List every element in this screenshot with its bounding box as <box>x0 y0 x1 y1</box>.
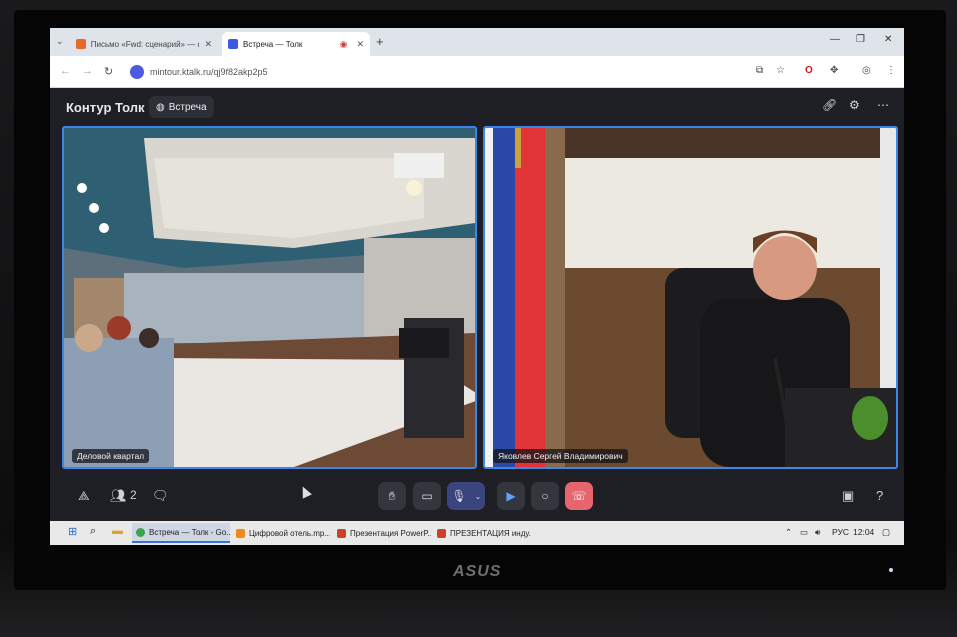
meeting-label: Встреча <box>168 101 207 113</box>
presentation-icon <box>437 528 446 538</box>
close-icon[interactable]: ✕ <box>204 39 212 50</box>
browser-tab-bar: ⌄ Письмо «Fwd: сценарий» — d ✕ Встреча —… <box>50 28 904 56</box>
taskbar: ⊞ ⌕ ▬ Встреча — Толк - Go... Цифровой от… <box>50 521 904 545</box>
power-led <box>889 568 893 572</box>
video-icon <box>228 39 238 49</box>
microphone-options-button[interactable]: ⌄ <box>471 482 485 510</box>
close-icon[interactable]: ✕ <box>356 39 364 50</box>
taskbar-item-video[interactable]: Цифровой отель.mp... <box>232 523 330 543</box>
chrome-icon <box>136 527 145 537</box>
tab-mail[interactable]: Письмо «Fwd: сценарий» — d ✕ <box>70 32 218 56</box>
taskbar-item-powerpoint-label: Презентация PowerP... <box>350 528 431 538</box>
notifications-icon[interactable]: ▢ <box>882 527 890 538</box>
hangup-button[interactable]: ☏ <box>565 482 593 510</box>
link-icon[interactable]: 🔗︎ <box>822 98 837 112</box>
tray-expand-icon[interactable]: ⌃ <box>785 527 792 538</box>
taskbar-item-video-label: Цифровой отель.mp... <box>249 528 330 538</box>
bookmark-star-icon[interactable]: ☆ <box>776 65 785 76</box>
volume-icon[interactable]: 🔊︎ <box>815 527 820 538</box>
close-window-button[interactable]: ✕ <box>884 34 892 45</box>
taskbar-item-presentation[interactable]: ПРЕЗЕНТАЦИЯ инду... <box>433 523 531 543</box>
monitor-logo: ASUS <box>453 563 502 580</box>
more-icon[interactable]: ⋯ <box>877 98 889 112</box>
globe-icon: ◍ <box>156 101 165 113</box>
participants-icon[interactable]: 👥︎ <box>110 488 127 504</box>
raise-hand-button[interactable]: ✋︎ <box>378 482 406 510</box>
powerpoint-icon <box>337 528 346 538</box>
help-icon[interactable]: ? <box>876 488 883 503</box>
microphone-button[interactable]: 🎙︎ <box>447 482 471 510</box>
call-controls: ⟁ 👥︎ 2 🗨︎ ✋︎ ▭ 🎙︎ ⌄ ▶ ○ ☏ ▣ ? <box>50 478 904 517</box>
video-label-room: Деловой квартал <box>72 449 150 463</box>
extensions-icon[interactable]: ✥ <box>830 65 838 76</box>
forward-icon[interactable]: → <box>82 65 93 77</box>
gear-icon[interactable]: ⚙ <box>849 98 860 112</box>
camera-button[interactable]: ▶ <box>497 482 525 510</box>
record-button[interactable]: ○ <box>531 482 559 510</box>
video-label-speaker: Яковлев Сергей Владимирович <box>493 449 628 463</box>
screen-share-button[interactable]: ▭ <box>413 482 441 510</box>
layout-icon[interactable]: ▣ <box>842 488 854 504</box>
screen: ⌄ Письмо «Fwd: сценарий» — d ✕ Встреча —… <box>50 28 904 545</box>
minimize-button[interactable]: — <box>830 34 840 45</box>
video-tile-speaker[interactable]: Яковлев Сергей Владимирович <box>483 126 898 469</box>
install-app-icon[interactable]: ⧉ <box>756 65 763 76</box>
taskbar-item-browser-label: Встреча — Толк - Go... <box>149 527 230 537</box>
search-icon[interactable]: ⌕ <box>90 525 96 538</box>
tab-meeting-label: Встреча — Толк <box>243 39 303 49</box>
video-tile-room[interactable]: Деловой квартал <box>62 126 477 469</box>
tab-meeting[interactable]: Встреча — Толк ◉ ✕ <box>222 32 370 56</box>
meeting-chip[interactable]: ◍ Встреча <box>149 96 214 118</box>
speaker-video-image <box>485 128 896 467</box>
app-brand: Контур Толк <box>66 100 145 115</box>
participants-count: 2 <box>130 488 137 502</box>
recording-icon: ◉ <box>339 38 348 49</box>
profile-icon[interactable]: ◎ <box>862 65 871 76</box>
windows-start-icon[interactable]: ⊞ <box>68 525 77 538</box>
reload-icon[interactable]: ↻ <box>104 65 113 78</box>
site-icon <box>130 65 144 79</box>
chat-icon[interactable]: 🗨︎ <box>152 488 169 504</box>
back-icon[interactable]: ← <box>60 65 71 77</box>
talk-app: Контур Толк ◍ Встреча 🔗︎ ⚙ ⋯ Деловой ква… <box>50 88 904 517</box>
address-bar: ← → ↻ mintour.ktalk.ru/qj9f82akp2p5 ⧉ ☆ … <box>50 56 904 88</box>
language-indicator[interactable]: РУС <box>832 527 849 537</box>
menu-icon[interactable]: ⋮ <box>886 65 896 76</box>
taskbar-item-presentation-label: ПРЕЗЕНТАЦИЯ инду... <box>450 528 531 538</box>
folder-icon[interactable]: ▬ <box>112 525 123 537</box>
url-text: mintour.ktalk.ru/qj9f82akp2p5 <box>150 67 268 77</box>
url-input[interactable]: mintour.ktalk.ru/qj9f82akp2p5 <box>124 61 744 83</box>
opera-extension-icon[interactable]: O <box>805 65 813 76</box>
taskbar-item-browser[interactable]: Встреча — Толк - Go... <box>132 523 230 543</box>
restore-button[interactable]: ❐ <box>856 34 865 45</box>
tab-mail-label: Письмо «Fwd: сценарий» — d <box>90 39 200 49</box>
room-video-image <box>64 128 475 467</box>
mail-icon <box>76 39 86 49</box>
monitor-frame: ⌄ Письмо «Fwd: сценарий» — d ✕ Встреча —… <box>0 0 957 637</box>
tab-list-icon[interactable]: ⌄ <box>56 36 64 47</box>
taskbar-item-powerpoint[interactable]: Презентация PowerP... <box>333 523 431 543</box>
shapes-icon[interactable]: ⟁ <box>78 488 90 504</box>
clock[interactable]: 12:04 <box>853 527 874 537</box>
vlc-icon <box>236 528 245 538</box>
network-icon[interactable]: ▭ <box>800 527 808 538</box>
new-tab-button[interactable]: + <box>376 34 384 49</box>
